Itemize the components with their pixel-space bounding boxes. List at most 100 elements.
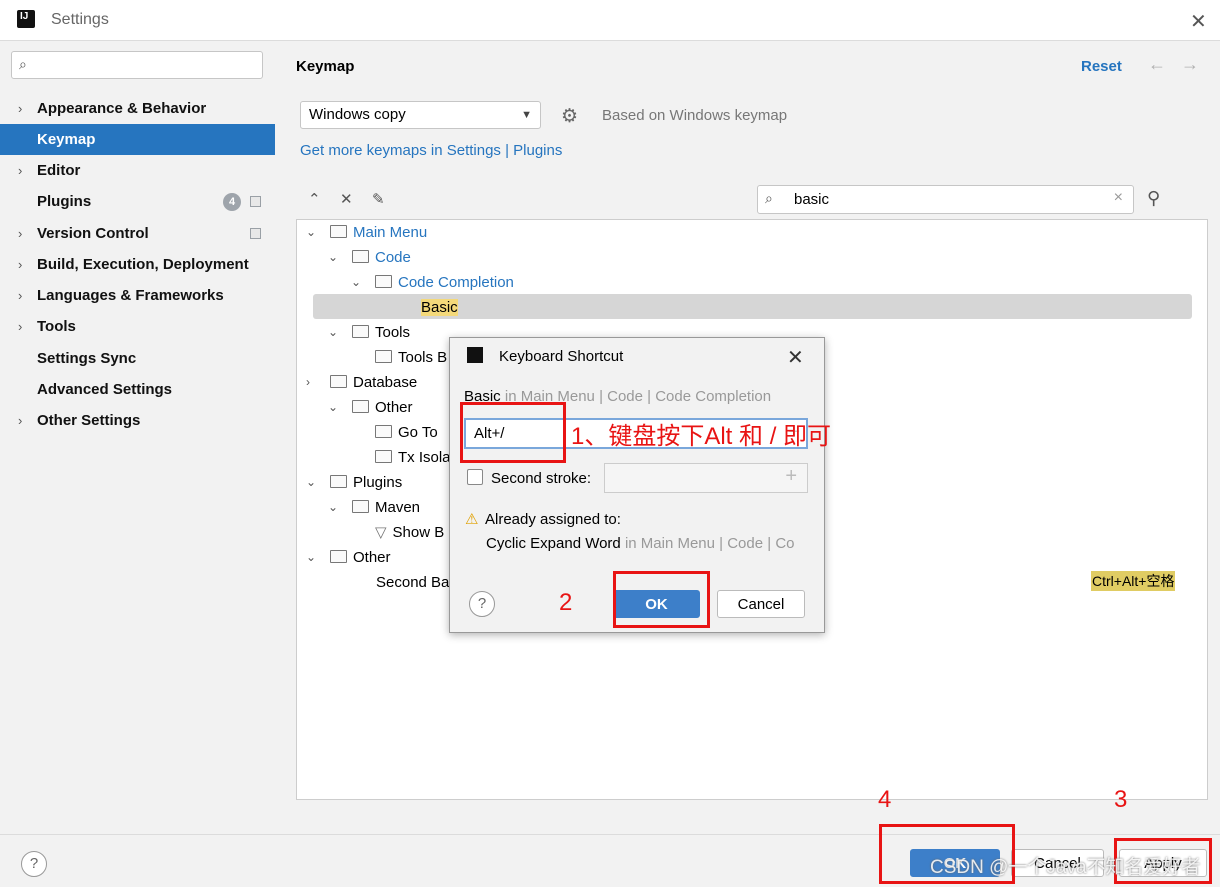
search-icon: ⌕ bbox=[765, 190, 773, 206]
tree-node-main-menu[interactable]: ⌄ Main Menu bbox=[306, 220, 427, 245]
project-level-icon bbox=[250, 228, 261, 239]
annotation-box-2 bbox=[613, 571, 710, 628]
annotation-step3: 3 bbox=[1114, 786, 1128, 813]
warning-text: Already assigned to: bbox=[485, 511, 621, 528]
annotation-box-1 bbox=[460, 402, 566, 463]
tree-node-maven[interactable]: ⌄ Maven bbox=[328, 495, 420, 520]
find-by-shortcut-icon[interactable]: ⚲ bbox=[1147, 188, 1160, 209]
sidebar-item-appearance[interactable]: › Appearance & Behavior bbox=[0, 93, 275, 124]
keymap-select[interactable]: Windows copy ▼ bbox=[300, 101, 541, 129]
search-icon: ⌕ bbox=[19, 56, 27, 72]
arrow-left-icon[interactable]: ← bbox=[1148, 54, 1166, 75]
chevron-right-icon: › bbox=[18, 319, 23, 334]
help-icon[interactable]: ? bbox=[469, 591, 495, 617]
window-title: Settings bbox=[51, 11, 109, 28]
help-icon[interactable]: ? bbox=[21, 851, 47, 877]
tree-node-code[interactable]: ⌄ Code bbox=[328, 245, 411, 270]
chevron-down-icon: ⌄ bbox=[328, 325, 339, 339]
other-group-icon bbox=[352, 400, 369, 413]
expand-all-icon[interactable]: ⌃ bbox=[308, 190, 321, 208]
annotation-step4: 4 bbox=[878, 786, 892, 813]
title-bar bbox=[0, 0, 1220, 41]
sidebar-item-build[interactable]: › Build, Execution, Deployment bbox=[0, 249, 275, 280]
chevron-right-icon: › bbox=[18, 257, 23, 272]
annotation-step1: 1、键盘按下Alt 和 / 即可 bbox=[571, 423, 832, 450]
close-icon[interactable]: ✕ bbox=[1190, 9, 1207, 34]
warning-icon: ⚠ bbox=[465, 511, 479, 528]
tree-node-tools-child[interactable]: Tools B bbox=[375, 345, 447, 370]
second-stroke-input: + bbox=[604, 463, 808, 493]
tree-node-tx-isola[interactable]: Tx Isola bbox=[375, 445, 451, 470]
sidebar-item-other-settings[interactable]: › Other Settings bbox=[0, 405, 275, 436]
intellij-logo-icon: IJ bbox=[15, 8, 37, 30]
edit-icon[interactable]: ✎ bbox=[372, 190, 385, 208]
chevron-right-icon: › bbox=[18, 163, 23, 178]
chevron-down-icon: ⌄ bbox=[306, 475, 317, 489]
chevron-down-icon: ⌄ bbox=[306, 550, 317, 564]
menu-icon bbox=[330, 225, 347, 238]
chevron-down-icon: ⌄ bbox=[328, 250, 339, 264]
page-title: Keymap bbox=[296, 58, 355, 75]
folder-icon bbox=[375, 275, 392, 288]
chevron-right-icon: › bbox=[18, 101, 23, 116]
sidebar-item-plugins[interactable]: Plugins 4 bbox=[0, 186, 275, 217]
settings-search-input[interactable]: ⌕ bbox=[11, 51, 263, 79]
conflict-action: Cyclic Expand Word in Main Menu | Code |… bbox=[486, 535, 795, 552]
watermark: CSDN @一个Java不知名爱好者 bbox=[930, 857, 1201, 878]
folder-icon bbox=[330, 475, 347, 488]
arrow-right-icon[interactable]: → bbox=[1181, 54, 1199, 75]
sidebar-item-languages[interactable]: › Languages & Frameworks bbox=[0, 280, 275, 311]
annotation-step2: 2 bbox=[559, 589, 573, 616]
chevron-down-icon: ⌄ bbox=[351, 275, 362, 289]
sidebar-item-advanced[interactable]: Advanced Settings bbox=[0, 374, 275, 405]
chevron-down-icon: ⌄ bbox=[328, 400, 339, 414]
folder-icon bbox=[375, 350, 392, 363]
close-icon[interactable]: ✕ bbox=[787, 345, 804, 370]
clear-icon[interactable]: × bbox=[1114, 189, 1123, 207]
tree-node-go-to[interactable]: Go To bbox=[375, 420, 438, 445]
folder-icon bbox=[352, 250, 369, 263]
tree-node-code-completion[interactable]: ⌄ Code Completion bbox=[351, 270, 514, 295]
other-group-icon bbox=[330, 550, 347, 563]
folder-icon bbox=[352, 500, 369, 513]
filter-icon: ▽ bbox=[375, 524, 387, 541]
gear-icon[interactable]: ⚙ bbox=[561, 105, 578, 128]
dropdown-arrow-icon: ▼ bbox=[521, 109, 532, 121]
tree-node-other2[interactable]: ⌄ Other bbox=[306, 545, 391, 570]
tree-node-plugins[interactable]: ⌄ Plugins bbox=[306, 470, 402, 495]
dialog-cancel-button[interactable]: Cancel bbox=[717, 590, 805, 618]
tree-node-tools[interactable]: ⌄ Tools bbox=[328, 320, 410, 345]
sidebar-item-editor[interactable]: › Editor bbox=[0, 155, 275, 186]
sidebar-item-keymap[interactable]: Keymap bbox=[0, 124, 275, 155]
plus-icon: + bbox=[785, 465, 797, 487]
tree-node-show[interactable]: ▽ Show B bbox=[375, 520, 444, 545]
plugins-count-badge: 4 bbox=[223, 193, 241, 211]
chevron-down-icon: ⌄ bbox=[328, 500, 339, 514]
intellij-logo-icon bbox=[465, 345, 485, 365]
chevron-down-icon: ⌄ bbox=[306, 225, 317, 239]
folder-icon bbox=[352, 325, 369, 338]
collapse-all-icon[interactable]: ✕ bbox=[340, 190, 353, 208]
second-stroke-checkbox[interactable] bbox=[467, 469, 483, 485]
based-on-label: Based on Windows keymap bbox=[602, 107, 788, 124]
folder-icon bbox=[330, 375, 347, 388]
reset-link[interactable]: Reset bbox=[1081, 58, 1122, 75]
chevron-right-icon: › bbox=[18, 288, 23, 303]
project-level-icon bbox=[250, 196, 261, 207]
folder-icon bbox=[375, 425, 392, 438]
chevron-right-icon: › bbox=[306, 375, 310, 389]
tree-node-other[interactable]: ⌄ Other bbox=[328, 395, 413, 420]
chevron-right-icon: › bbox=[18, 226, 23, 241]
tree-node-database[interactable]: › Database bbox=[306, 370, 417, 395]
dialog-title: Keyboard Shortcut bbox=[499, 348, 624, 365]
tree-node-basic[interactable]: Basic bbox=[421, 295, 458, 320]
get-more-keymaps-link[interactable]: Get more keymaps in Settings | Plugins bbox=[300, 142, 562, 159]
shortcut-badge: Ctrl+Alt+空格 bbox=[1091, 571, 1176, 591]
tree-node-second[interactable]: Second Ba bbox=[376, 570, 449, 595]
sidebar-item-version-control[interactable]: › Version Control bbox=[0, 218, 275, 249]
sidebar-item-tools[interactable]: › Tools bbox=[0, 311, 275, 342]
sidebar-item-settings-sync[interactable]: Settings Sync bbox=[0, 343, 275, 374]
second-stroke-label: Second stroke: bbox=[491, 470, 592, 487]
keymap-search-input[interactable]: ⌕ basic × bbox=[757, 185, 1134, 214]
folder-icon bbox=[375, 450, 392, 463]
